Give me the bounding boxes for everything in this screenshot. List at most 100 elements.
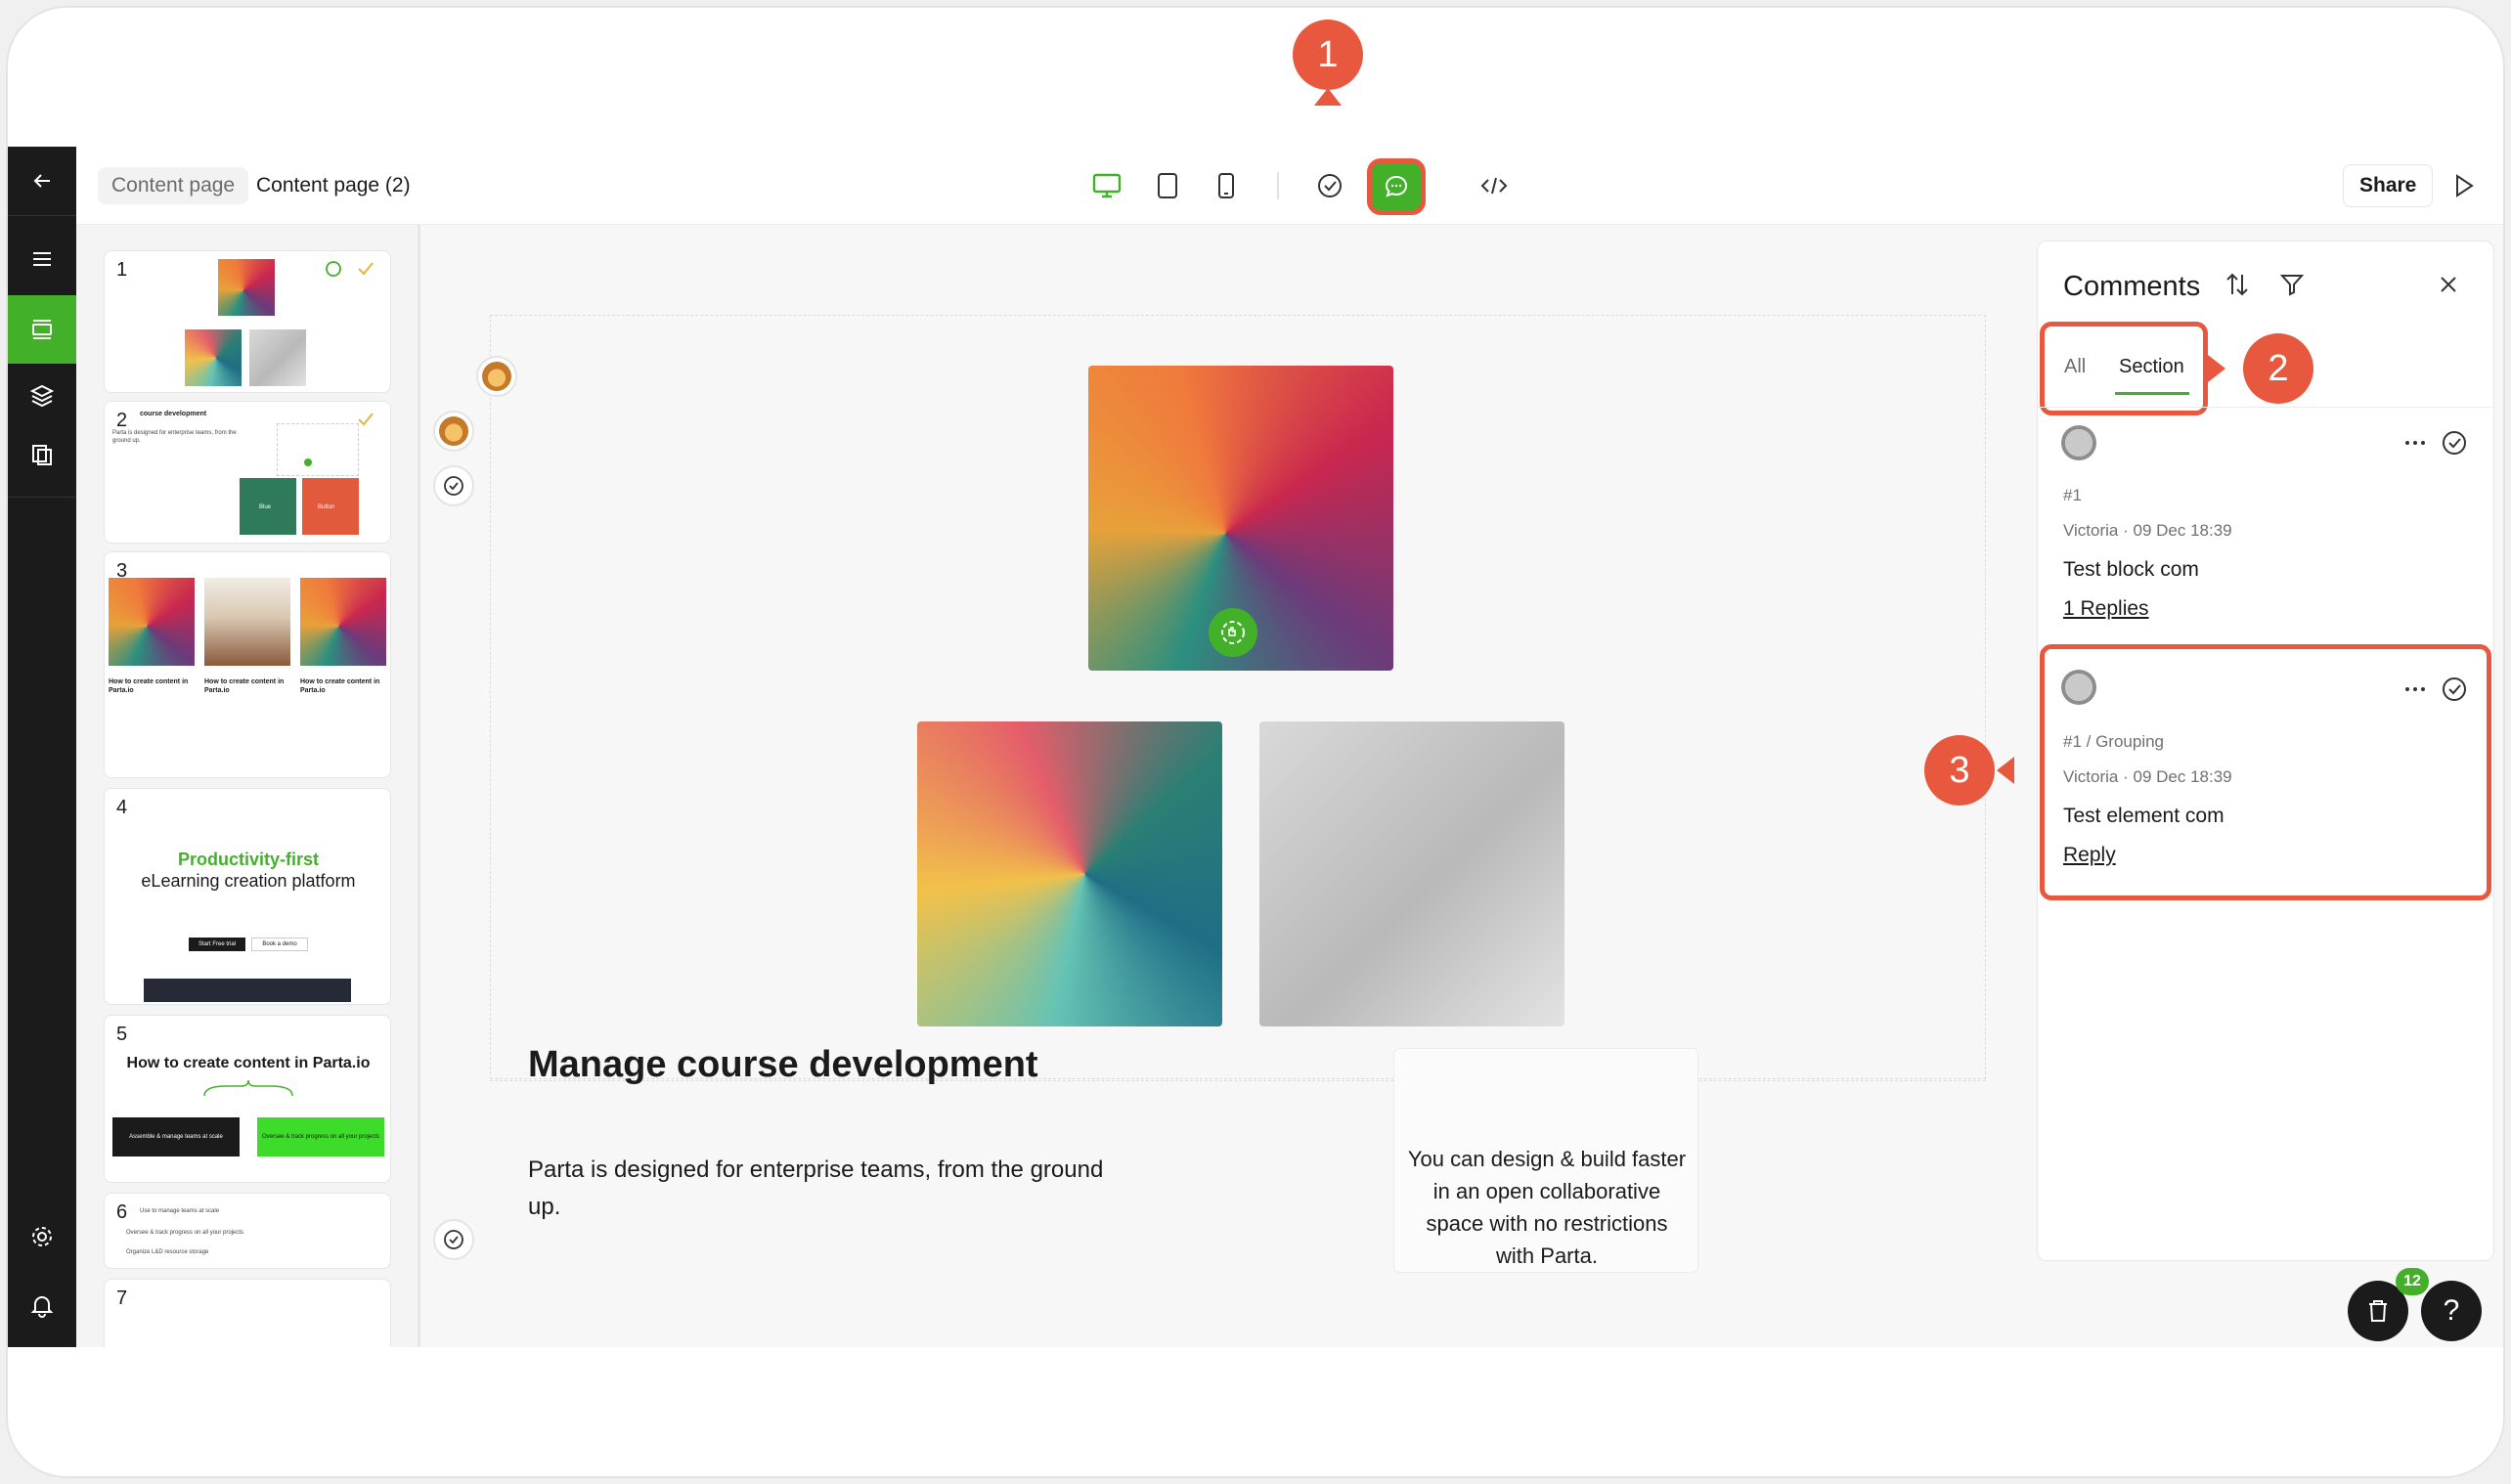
filter-icon (2279, 275, 2305, 296)
trash-count-badge: 12 (2396, 1268, 2429, 1295)
resolve-button[interactable] (2439, 674, 2470, 705)
slide-image (185, 329, 242, 386)
comment-marker-avatar[interactable] (433, 411, 474, 452)
breadcrumb-current: Content page (2) (256, 174, 411, 196)
slide-headline-accent: Productivity-first (177, 850, 320, 869)
comment-item[interactable]: #1 / Grouping Victoria · 09 Dec 18:39 Te… (2038, 650, 2493, 895)
slide-number: 4 (116, 797, 128, 818)
brace-icon (203, 1079, 293, 1097)
slide-title: How to create content in Parta.io (126, 1055, 371, 1071)
help-button[interactable]: ? (2421, 1281, 2482, 1341)
close-button[interactable] (2429, 265, 2468, 304)
app-window: 1 Content page Content page (2) Share 1 … (8, 8, 2503, 1476)
annotation-callout-3: 3 (1924, 735, 1995, 806)
code-view-button[interactable] (1475, 166, 1514, 205)
comment-marker-avatar[interactable] (476, 356, 517, 397)
comment-text: Test block com (2063, 558, 2199, 581)
slide-button-label: Button (318, 504, 335, 510)
tab-section[interactable]: Section (2119, 356, 2184, 378)
filter-button[interactable] (2272, 265, 2312, 304)
slide-thumbnail-2[interactable]: 2 course development Parta is designed f… (104, 401, 391, 544)
section-title[interactable]: Manage course development (528, 1044, 1038, 1086)
comment-meta: Victoria · 09 Dec 18:39 (2063, 767, 2232, 786)
slide-cta-primary: Start Free trial (189, 938, 245, 951)
slides-panel: 1 2 course development Parta is designed… (76, 225, 420, 1347)
check-circle-icon (444, 476, 463, 496)
bear-avatar-icon (439, 416, 468, 446)
comment-meta: Victoria · 09 Dec 18:39 (2063, 521, 2232, 540)
drag-handle[interactable] (1209, 608, 1257, 657)
slide-heading: course development (140, 411, 207, 417)
resolve-button[interactable] (2439, 427, 2470, 458)
tablet-icon (1158, 173, 1177, 198)
back-button[interactable] (8, 147, 76, 215)
slide-card (277, 423, 359, 476)
more-options-button[interactable] (2400, 674, 2431, 705)
gallery-image-right[interactable] (1259, 721, 1564, 1026)
settings-button[interactable] (8, 1202, 76, 1271)
help-icon: ? (2443, 1294, 2460, 1327)
sections-icon (32, 320, 52, 339)
user-avatar (2061, 425, 2096, 460)
slide-thumbnail-7[interactable]: 7 (104, 1279, 391, 1347)
check-circle-icon (1318, 174, 1342, 197)
section-body[interactable]: Parta is designed for enterprise teams, … (528, 1152, 1134, 1226)
breadcrumb-parent[interactable]: Content page (98, 167, 249, 204)
replies-link[interactable]: 1 Replies (2063, 597, 2149, 621)
bear-avatar-icon (482, 362, 511, 391)
slide-thumbnail-3[interactable]: 3 How to create content in Parta.io How … (104, 551, 391, 778)
annotation-arrow-2 (2208, 355, 2225, 382)
editor: Content page Content page (2) Share 1 2 … (8, 147, 2503, 1347)
share-button[interactable]: Share (2343, 164, 2434, 207)
reply-link[interactable]: Reply (2063, 844, 2116, 867)
tab-active-indicator (2115, 392, 2189, 395)
section-approve-button[interactable] (433, 465, 474, 506)
more-options-button[interactable] (2400, 427, 2431, 458)
play-icon (2456, 174, 2474, 197)
slide-cta-secondary: Book a demo (251, 938, 308, 951)
slide-thumbnail-5[interactable]: 5 How to create content in Parta.io Asse… (104, 1015, 391, 1183)
comments-tab-group: All Section (2040, 322, 2208, 415)
pages-icon (32, 445, 52, 465)
gallery-image-left[interactable] (917, 721, 1222, 1026)
pages-button[interactable] (8, 420, 76, 489)
slide-list-item: Oversee & track progress on all your pro… (126, 1230, 244, 1236)
top-toolbar: Content page Content page (2) Share (76, 147, 2503, 225)
slide-list-item: Use to manage teams at scale (140, 1208, 220, 1214)
slide-thumbnail-6[interactable]: 6 Use to manage teams at scale Oversee &… (104, 1193, 391, 1269)
menu-button[interactable] (8, 225, 76, 293)
toolbar-divider (1277, 172, 1279, 199)
rail-divider (8, 497, 76, 498)
preview-button[interactable] (2445, 166, 2484, 205)
check-icon (358, 262, 374, 276)
editor-canvas: Manage course development Parta is desig… (423, 225, 2037, 1347)
slide-thumbnail-1[interactable]: 1 (104, 250, 391, 393)
slide-image (109, 578, 195, 666)
slide-thumbnail-4[interactable]: 4 Productivity-first eLearning creation … (104, 788, 391, 1005)
mobile-icon (1218, 173, 1234, 198)
section-card[interactable]: You can design & build faster in an open… (1393, 1048, 1698, 1273)
slide-number: 6 (116, 1201, 128, 1223)
check-circle-icon (2443, 431, 2466, 455)
approve-button[interactable] (1310, 166, 1349, 205)
slide-button-label: Blue (259, 504, 272, 510)
close-icon (2441, 277, 2456, 292)
desktop-view-button[interactable] (1087, 166, 1126, 205)
user-avatar (2061, 670, 2096, 705)
check-circle-icon (444, 1230, 463, 1249)
slide-card-title: How to create content in Parta.io (109, 678, 189, 694)
sort-button[interactable] (2218, 265, 2257, 304)
notifications-button[interactable] (8, 1271, 76, 1339)
section-approve-button[interactable] (433, 1219, 474, 1260)
slide-dot (304, 458, 312, 466)
menu-icon (33, 252, 51, 266)
tablet-view-button[interactable] (1148, 166, 1187, 205)
rail-divider (8, 215, 76, 216)
comment-item[interactable]: #1 Victoria · 09 Dec 18:39 Test block co… (2038, 408, 2493, 633)
bell-icon (30, 1296, 54, 1318)
back-arrow-icon (33, 174, 50, 188)
tab-all[interactable]: All (2064, 356, 2086, 378)
comments-toggle-button[interactable] (1367, 158, 1426, 215)
sections-button[interactable] (8, 295, 76, 364)
mobile-view-button[interactable] (1207, 166, 1246, 205)
